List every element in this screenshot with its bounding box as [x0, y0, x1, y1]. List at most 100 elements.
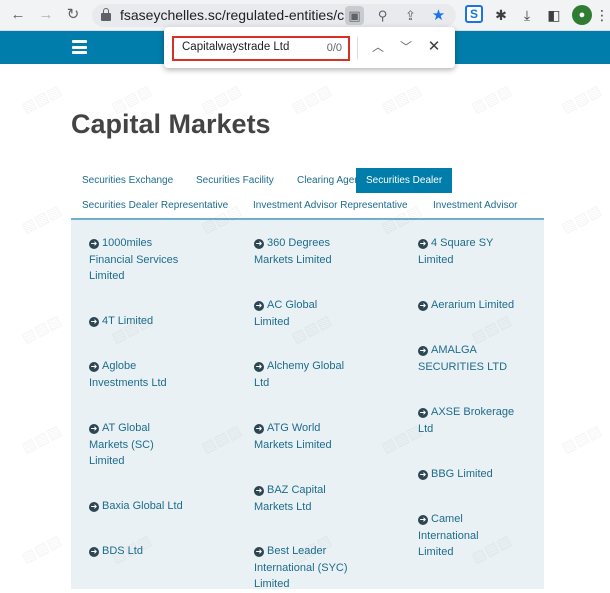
find-bar: Capitalwaystrade Ltd 0/0 ︿ ﹀ ✕ [164, 27, 455, 68]
arrow-circle-right-icon: ➜ [89, 502, 99, 512]
arrow-circle-right-icon: ➜ [418, 515, 428, 525]
arrow-circle-right-icon: ➜ [254, 362, 264, 372]
entity-link[interactable]: ➜ BBG Limited [418, 466, 538, 483]
watermark-logo: ▧▧▧ [18, 81, 65, 117]
entity-name-line[interactable]: Limited [418, 254, 453, 266]
entity-link[interactable]: ➜ AT Global Markets (SC) Limited [89, 420, 209, 470]
entity-link[interactable]: ➜ 4 Square SY Limited [418, 235, 538, 268]
download-icon[interactable]: ⤓ [517, 5, 537, 25]
arrow-circle-right-icon: ➜ [418, 408, 428, 418]
tab-securities-dealer[interactable]: Securities Dealer [356, 168, 453, 193]
find-match-count: 0/0 [326, 42, 342, 54]
zoom-icon[interactable]: ⚲ [373, 6, 392, 25]
arrow-circle-right-icon: ➜ [89, 239, 99, 249]
find-icon[interactable]: ▣ [345, 6, 364, 25]
arrow-circle-right-icon: ➜ [418, 470, 428, 480]
entity-name-line[interactable]: Camel [431, 513, 463, 525]
arrow-circle-right-icon: ➜ [254, 547, 264, 557]
entity-name-line[interactable]: Markets Limited [254, 254, 332, 266]
watermark-logo: ▧▧▧ [288, 81, 335, 117]
hamburger-menu-icon[interactable] [72, 40, 87, 54]
sidebar-icon[interactable]: ◧ [544, 5, 564, 25]
entity-name-line[interactable]: Investments Ltd [89, 377, 167, 389]
watermark-logo: ▧▧▧ [18, 311, 65, 347]
entity-link[interactable]: ➜ Baxia Global Ltd [89, 498, 209, 515]
entity-name-line[interactable]: Limited [254, 316, 289, 328]
entity-link[interactable]: ➜ Alchemy Global Ltd [254, 358, 374, 391]
entity-name-line[interactable]: Limited [418, 546, 453, 558]
entity-name-line[interactable]: Aerarium Limited [431, 299, 514, 311]
entity-name-line[interactable]: Limited [89, 455, 124, 467]
entity-name-line[interactable]: BBG Limited [431, 468, 493, 480]
entity-name-line[interactable]: Limited [89, 270, 124, 282]
watermark-logo: ▧▧▧ [558, 201, 605, 237]
arrow-circle-right-icon: ➜ [418, 301, 428, 311]
arrow-circle-right-icon: ➜ [418, 346, 428, 356]
tab-securities-facility[interactable]: Securities Facility [196, 175, 274, 186]
entity-link[interactable]: ➜ 1000miles Financial Services Limited [89, 235, 209, 285]
watermark-logo: ▧▧▧ [378, 81, 425, 117]
entity-name-line[interactable]: Ltd [254, 377, 269, 389]
arrow-circle-right-icon: ➜ [89, 424, 99, 434]
tab-securities-dealer-representative[interactable]: Securities Dealer Representative [82, 200, 228, 211]
entity-link[interactable]: ➜ BAZ Capital Markets Ltd [254, 482, 374, 515]
lock-icon[interactable] [101, 8, 111, 21]
entity-name-line[interactable]: Limited [254, 578, 289, 590]
menu-icon[interactable]: ⋮ [595, 5, 609, 25]
entity-name-line[interactable]: Financial Services [89, 254, 178, 266]
entity-link[interactable]: ➜ 360 Degrees Markets Limited [254, 235, 374, 268]
entity-link[interactable]: ➜ AMALGA SECURITIES LTD [418, 342, 538, 375]
tab-investment-advisor[interactable]: Investment Advisor [433, 200, 517, 211]
arrow-circle-right-icon: ➜ [254, 239, 264, 249]
find-query[interactable]: Capitalwaystrade Ltd [182, 41, 289, 53]
entity-name-line[interactable]: Markets Ltd [254, 501, 311, 513]
puzzle-icon[interactable]: ✱ [491, 5, 511, 25]
url-text[interactable]: fsaseychelles.sc/regulated-entities/c... [120, 7, 356, 23]
forward-icon[interactable]: → [36, 5, 56, 25]
entity-name-line[interactable]: 4 Square SY [431, 237, 493, 249]
find-input[interactable]: Capitalwaystrade Ltd 0/0 [172, 36, 350, 61]
share-icon[interactable]: ⇪ [401, 6, 420, 25]
extension-s-icon[interactable]: S [465, 5, 483, 23]
entity-name-line[interactable]: Baxia Global Ltd [102, 500, 183, 512]
page-title: Capital Markets [71, 109, 271, 139]
watermark-logo: ▧▧▧ [558, 81, 605, 117]
entity-name-line[interactable]: AMALGA [431, 344, 477, 356]
entity-name-line[interactable]: Aglobe [102, 360, 136, 372]
watermark-logo: ▧▧▧ [18, 531, 65, 567]
entity-name-line[interactable]: AC Global [267, 299, 317, 311]
entity-link[interactable]: ➜ AXSE Brokerage Ltd [418, 404, 538, 437]
entity-name-line[interactable]: BAZ Capital [267, 484, 326, 496]
entity-name-line[interactable]: Alchemy Global [267, 360, 344, 372]
back-icon[interactable]: ← [8, 5, 28, 25]
profile-icon[interactable]: ● [572, 5, 592, 25]
watermark-logo: ▧▧▧ [468, 81, 515, 117]
entity-name-line[interactable]: ATG World [267, 422, 320, 434]
entity-name-line[interactable]: 360 Degrees [267, 237, 330, 249]
tab-investment-advisor-representative[interactable]: Investment Advisor Representative [253, 200, 408, 211]
arrow-circle-right-icon: ➜ [89, 362, 99, 372]
find-close-icon[interactable]: ✕ [425, 38, 443, 56]
tab-securities-exchange[interactable]: Securities Exchange [82, 175, 173, 186]
watermark-logo: ▧▧▧ [18, 201, 65, 237]
arrow-circle-right-icon: ➜ [89, 317, 99, 327]
find-divider [357, 37, 358, 59]
entity-name-line[interactable]: Markets Limited [254, 439, 332, 451]
find-next-icon[interactable]: ﹀ [397, 38, 415, 56]
entity-link[interactable]: ➜ Aglobe Investments Ltd [89, 358, 209, 391]
reload-icon[interactable]: ↻ [63, 5, 83, 25]
entity-name-line[interactable]: 1000miles [102, 237, 152, 249]
address-bar[interactable]: fsaseychelles.sc/regulated-entities/c...… [92, 4, 456, 27]
entity-name-line[interactable]: International [418, 530, 479, 542]
arrow-circle-right-icon: ➜ [89, 547, 99, 557]
entity-name-line[interactable]: SECURITIES LTD [418, 361, 507, 373]
entity-link[interactable]: ➜ ATG World Markets Limited [254, 420, 374, 453]
entity-name-line[interactable]: AXSE Brokerage [431, 406, 514, 418]
star-icon[interactable]: ★ [429, 6, 448, 25]
watermark-logo: ▧▧▧ [18, 421, 65, 457]
find-previous-icon[interactable]: ︿ [369, 38, 387, 56]
entity-link[interactable]: ➜ Aerarium Limited [418, 297, 538, 314]
watermark-logo: ▧▧▧ [558, 421, 605, 457]
entity-name-line[interactable]: Markets (SC) [89, 439, 154, 451]
entity-name-line[interactable]: AT Global [102, 422, 150, 434]
